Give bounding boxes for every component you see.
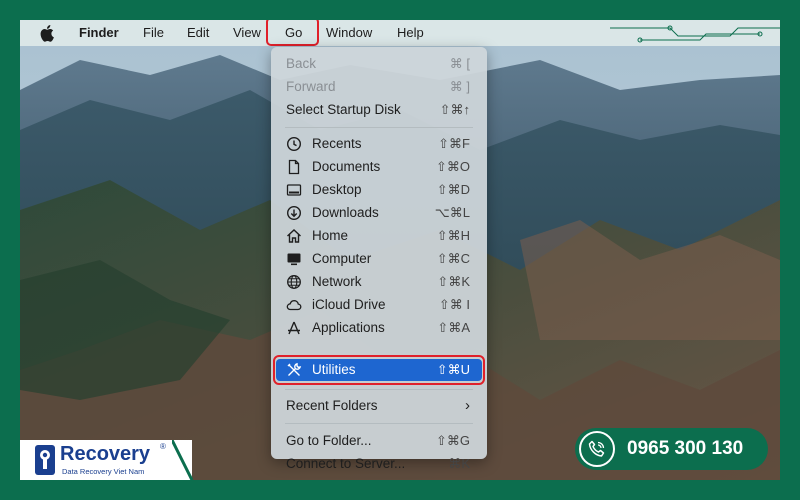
shortcut-label: ⌥⌘L	[434, 205, 470, 220]
menu-separator	[285, 389, 473, 390]
download-icon	[286, 205, 302, 221]
help-menu[interactable]: Help	[397, 25, 424, 41]
menu-item-home[interactable]: Home ⇧⌘H	[276, 225, 482, 247]
go-menu-highlight	[266, 20, 319, 46]
shortcut-label: ⇧⌘K	[437, 274, 470, 289]
shortcut-label: ⇧⌘A	[437, 320, 470, 335]
view-menu[interactable]: View	[233, 25, 261, 41]
menu-item-documents[interactable]: Documents ⇧⌘O	[276, 156, 482, 178]
shortcut-label: ⇧⌘D	[436, 182, 470, 197]
shortcut-label: ⌘ [	[449, 56, 470, 71]
hotline-badge[interactable]: 0965 300 130	[575, 428, 768, 470]
shortcut-label: ⌘ ]	[449, 79, 470, 94]
menu-item-go-to-folder[interactable]: Go to Folder... ⇧⌘G	[276, 430, 482, 452]
menu-item-back: Back ⌘ [	[276, 53, 482, 75]
logo-tagline: Data Recovery Viet Nam	[62, 467, 145, 476]
shortcut-label: ⇧⌘H	[436, 228, 470, 243]
go-dropdown-menu: Back ⌘ [ Forward ⌘ ] Select Startup Disk…	[271, 47, 487, 471]
computer-icon	[287, 253, 301, 266]
clock-icon	[286, 136, 302, 152]
phone-icon	[588, 440, 605, 457]
desktop-icon	[286, 184, 302, 196]
menu-item-network[interactable]: Network ⇧⌘K	[276, 271, 482, 293]
globe-icon	[287, 275, 301, 289]
hotline-number: 0965 300 130	[627, 438, 744, 459]
utilities-highlight	[273, 355, 485, 385]
document-icon	[288, 159, 300, 175]
logo-corner-decoration	[172, 440, 194, 480]
menu-item-downloads[interactable]: Downloads ⌥⌘L	[276, 202, 482, 224]
apple-logo-icon[interactable]	[40, 24, 54, 42]
shortcut-label: ⇧⌘O	[435, 159, 470, 174]
menu-item-icloud-drive[interactable]: iCloud Drive ⇧⌘ I	[276, 294, 482, 316]
menu-item-select-startup-disk[interactable]: Select Startup Disk ⇧⌘↑	[276, 99, 482, 121]
applications-icon	[288, 321, 300, 335]
shortcut-label: ⇧⌘G	[435, 433, 470, 448]
menu-bar: Finder File Edit View Go Window Help	[20, 20, 780, 46]
menu-item-recents[interactable]: Recents ⇧⌘F	[276, 133, 482, 155]
keyhole-logo-icon	[35, 445, 55, 475]
cloud-icon	[286, 300, 302, 311]
menu-separator	[285, 127, 473, 128]
recovery-logo: Recovery ® Data Recovery Viet Nam	[20, 440, 192, 480]
menu-item-connect-to-server[interactable]: Connect to Server... ⌘K	[276, 453, 482, 475]
desktop-screen: Finder File Edit View Go Window Help Bac…	[20, 20, 780, 480]
chevron-right-icon: ›	[465, 397, 470, 414]
registered-mark: ®	[160, 442, 166, 451]
window-menu[interactable]: Window	[326, 25, 372, 41]
menu-separator	[285, 423, 473, 424]
shortcut-label: ⇧⌘F	[438, 136, 470, 151]
shortcut-label: ⇧⌘C	[436, 251, 470, 266]
menu-item-forward: Forward ⌘ ]	[276, 76, 482, 98]
shortcut-label: ⌘K	[448, 456, 470, 471]
edit-menu[interactable]: Edit	[187, 25, 209, 41]
shortcut-label: ⇧⌘↑	[439, 102, 470, 117]
finder-menu[interactable]: Finder	[79, 25, 119, 41]
circuit-decoration-icon	[610, 25, 780, 43]
phone-circle	[579, 431, 615, 467]
file-menu[interactable]: File	[143, 25, 164, 41]
menu-item-recent-folders[interactable]: Recent Folders ›	[276, 395, 482, 417]
shortcut-label: ⇧⌘ I	[438, 297, 470, 312]
menu-item-desktop[interactable]: Desktop ⇧⌘D	[276, 179, 482, 201]
menu-item-applications[interactable]: Applications ⇧⌘A	[276, 317, 482, 339]
logo-wordmark: Recovery	[60, 443, 151, 465]
home-icon	[287, 229, 301, 243]
menu-item-computer[interactable]: Computer ⇧⌘C	[276, 248, 482, 270]
